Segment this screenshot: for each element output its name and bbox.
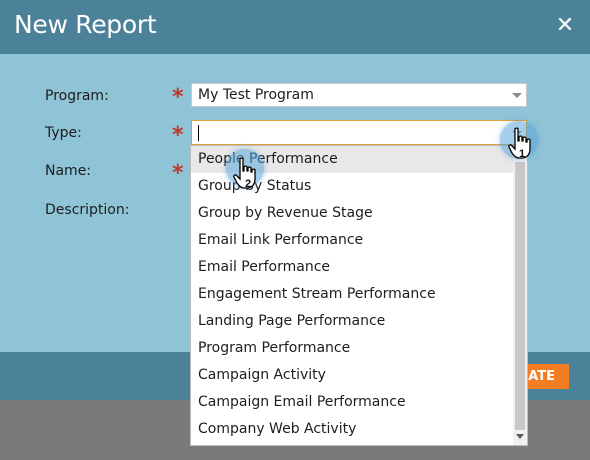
text-caret <box>198 125 199 141</box>
dropdown-option[interactable]: Engagement Stream Performance <box>191 281 513 308</box>
dropdown-option[interactable]: Email Link Performance <box>191 227 513 254</box>
name-label: Name: <box>45 163 92 179</box>
chevron-down-icon[interactable] <box>512 93 522 98</box>
dropdown-option[interactable]: Group by Revenue Stage <box>191 200 513 227</box>
scroll-down-arrow-icon[interactable] <box>516 434 524 439</box>
required-marker-program: * <box>172 85 184 110</box>
type-combobox-input[interactable] <box>191 120 527 145</box>
dialog-header: New Report ✕ <box>0 0 590 54</box>
dropdown-option[interactable]: Campaign Activity <box>191 362 513 389</box>
step-badge-2: 2 <box>245 178 252 190</box>
type-label: Type: <box>45 125 82 141</box>
required-marker-type: * <box>172 123 184 148</box>
close-icon[interactable]: ✕ <box>554 15 576 37</box>
program-select[interactable]: My Test Program <box>191 83 527 107</box>
step-badge-1: 1 <box>519 148 526 160</box>
scrollbar-thumb[interactable] <box>515 162 525 430</box>
dropdown-option[interactable]: Company Web Activity <box>191 416 513 443</box>
program-label: Program: <box>45 88 109 104</box>
description-label: Description: <box>45 202 130 218</box>
dropdown-option[interactable]: Campaign Email Performance <box>191 389 513 416</box>
dropdown-option[interactable]: Program Performance <box>191 335 513 362</box>
program-select-value: My Test Program <box>198 87 314 103</box>
required-marker-name: * <box>172 161 184 186</box>
dropdown-option[interactable]: Landing Page Performance <box>191 308 513 335</box>
dialog-title: New Report <box>14 10 157 39</box>
dropdown-scrollbar[interactable] <box>513 146 527 445</box>
dropdown-option[interactable]: Email Performance <box>191 254 513 281</box>
